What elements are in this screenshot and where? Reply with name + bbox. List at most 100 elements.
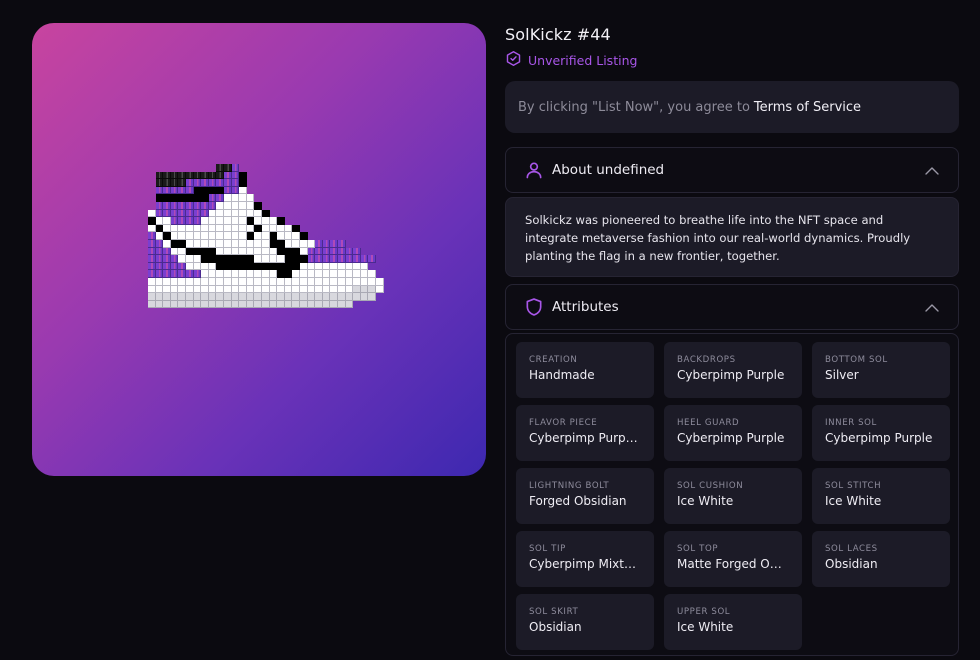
sneaker-pixel [170,194,179,202]
sneaker-pixel [262,255,270,263]
sneaker-pixel [216,194,224,202]
sneaker-pixel [163,247,171,256]
sneaker-pixel [216,240,224,248]
sneaker-pixel [368,278,376,286]
sneaker-pixel [246,209,255,218]
sneaker-pixel [178,179,186,187]
sneaker-pixel [307,247,316,256]
sneaker-pixel [224,247,232,256]
attribute-value: Cyberpimp Purple ... [529,431,641,445]
attribute-card[interactable]: Inner Sol Cyberpimp Purple [812,405,950,461]
terms-of-service-link[interactable]: Terms of Service [754,100,861,115]
sneaker-pixel [353,262,361,271]
sneaker-pixel [284,240,293,248]
sneaker-pixel [155,255,164,263]
sneaker-pixel [300,278,308,286]
sneaker-pixel [239,209,247,218]
sneaker-pixel [231,171,240,180]
sneaker-pixel [216,202,224,210]
sneaker-pixel [201,186,209,195]
attribute-card[interactable]: Upper Sol Ice White [664,594,802,650]
sneaker-pixel [155,247,164,256]
sneaker-pixel [224,293,232,301]
attribute-card[interactable]: Sol Tip Cyberpimp Mixture [516,531,654,587]
sneaker-pixel [277,300,285,309]
sneaker-pixel [186,171,194,180]
sneaker-pixel [262,262,270,271]
attributes-accordion-header[interactable]: Attributes [505,284,959,330]
sneaker-pixel [254,285,262,294]
attribute-label: Backdrops [677,355,736,365]
attribute-card[interactable]: Sol Stitch Ice White [812,468,950,524]
sneaker-pixel [155,217,164,225]
sneaker-pixel [330,270,338,278]
sneaker-pixel [148,209,156,218]
sneaker-pixel [193,240,202,248]
attribute-card[interactable]: Sol Top Matte Forged Obsi... [664,531,802,587]
sneaker-pixel [376,278,384,286]
sneaker-pixel [307,240,316,248]
sneaker-pixel [322,278,331,286]
sneaker-pixel [178,285,186,294]
attribute-card[interactable]: Bottom Sol Silver [812,342,950,398]
sneaker-pixel [178,202,186,210]
sneaker-pixel [254,278,262,286]
attribute-card[interactable]: Sol Laces Obsidian [812,531,950,587]
sneaker-pixel [208,255,217,263]
sneaker-pixel [193,217,202,225]
attribute-value: Matte Forged Obsi... [677,557,789,571]
sneaker-pixel [163,285,171,294]
sneaker-pixel [208,270,217,278]
sneaker-pixel [224,217,232,225]
sneaker-pixel [254,232,262,240]
sneaker-pixel [224,232,232,240]
sneaker-pixel [277,217,285,225]
sneaker-pixel [322,240,331,248]
sneaker-pixel [322,247,331,256]
sneaker-pixel [208,293,217,301]
sneaker-pixel [277,247,285,256]
sneaker-pixel [254,217,262,225]
sneaker-pixel [269,224,278,233]
sneaker-pixel [300,293,308,301]
attribute-value: Cyberpimp Purple [825,431,933,445]
sneaker-pixel [269,217,278,225]
sneaker-pixel [231,202,240,210]
sneaker-pixel [201,202,209,210]
sneaker-pixel [224,278,232,286]
sneaker-pixel [239,293,247,301]
sneaker-pixel [155,262,164,271]
sneaker-pixel [307,285,316,294]
attribute-value: Ice White [677,620,734,634]
sneaker-pixel [178,247,186,256]
sneaker-pixel [163,293,171,301]
sneaker-pixel [231,270,240,278]
sneaker-pixel [216,164,224,172]
attribute-card[interactable]: Flavor Piece Cyberpimp Purple ... [516,405,654,461]
attribute-card[interactable]: Backdrops Cyberpimp Purple [664,342,802,398]
chevron-up-icon[interactable] [924,300,940,316]
attribute-card[interactable]: Creation Handmade [516,342,654,398]
about-accordion-header[interactable]: About undefined [505,147,959,193]
sneaker-pixel [216,179,224,187]
attribute-card[interactable]: Sol Skirt Obsidian [516,594,654,650]
sneaker-pixel [284,278,293,286]
sneaker-pixel [216,285,224,294]
sneaker-pixel [262,300,270,309]
sneaker-pixel [262,270,270,278]
sneaker-pixel [155,209,164,218]
sneaker-pixel [186,224,194,233]
sneaker-pixel [178,300,186,309]
sneaker-pixel [277,278,285,286]
sneaker-pixel [307,293,316,301]
attribute-card[interactable]: Heel Guard Cyberpimp Purple [664,405,802,461]
chevron-up-icon[interactable] [924,163,940,179]
verification-label: Unverified Listing [528,52,638,68]
sneaker-pixel [284,285,293,294]
sneaker-pixel [178,232,186,240]
sneaker-pixel [193,186,202,195]
attribute-card[interactable]: Sol Cushion Ice White [664,468,802,524]
sneaker-pixel [201,278,209,286]
attribute-value: Ice White [825,494,882,508]
attribute-card[interactable]: Lightning Bolt Forged Obsidian [516,468,654,524]
